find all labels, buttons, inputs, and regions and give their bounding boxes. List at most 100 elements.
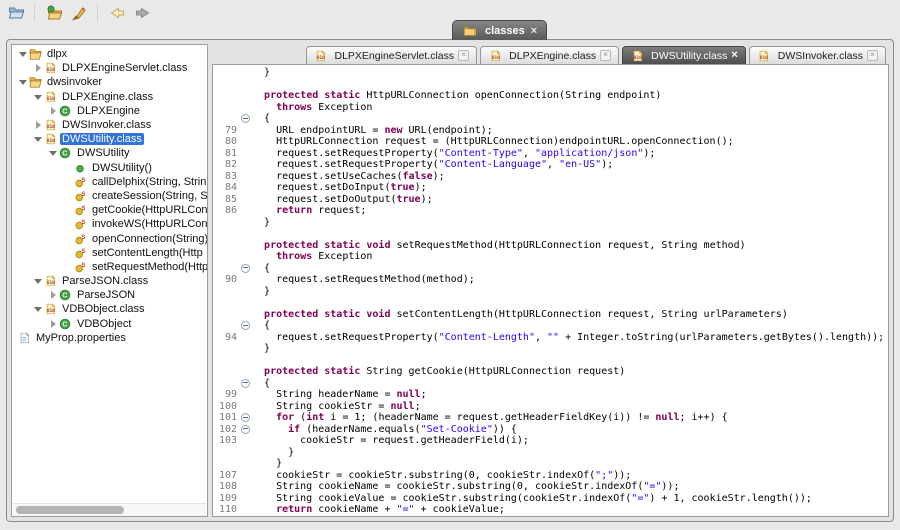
fold-minus-icon[interactable] [241,425,250,434]
code-line[interactable]: } [213,447,888,459]
collapsed-arrow-icon[interactable] [47,320,58,328]
editor-tab-dwsinvoker-class[interactable]: 010DWSInvoker.class× [749,46,886,64]
code-line[interactable]: 79 URL endpointURL = new URL(endpoint); [213,125,888,137]
code-line[interactable]: protected static void setRequestMethod(H… [213,240,888,252]
collapsed-arrow-icon[interactable] [47,291,58,299]
code-line[interactable]: 85 request.setDoOutput(true); [213,194,888,206]
code-line[interactable]: } [213,343,888,355]
fold-minus-icon[interactable] [241,413,250,422]
close-icon[interactable]: × [867,50,878,61]
code-line[interactable]: } [213,67,888,79]
code-line[interactable]: 102 if (headerName.equals("Set-Cookie"))… [213,424,888,436]
code-line[interactable]: 107 cookieStr = cookieStr.substring(0, c… [213,470,888,482]
fold-minus-icon[interactable] [241,264,250,273]
code-line[interactable]: { [213,378,888,390]
code-line[interactable] [213,79,888,91]
tree-item-dlpxengineservlet-class[interactable]: 010DLPXEngineServlet.class [12,61,207,75]
code-line[interactable] [213,228,888,240]
scrollbar-thumb[interactable] [16,506,124,514]
fold-collapse-icon[interactable] [238,412,252,424]
close-icon[interactable]: × [731,51,737,60]
tree-item-dwsutility[interactable]: DWSUtility() [12,161,207,175]
code-line[interactable]: 94 request.setRequestProperty("Content-L… [213,332,888,344]
code-line[interactable]: 109 String cookieValue = cookieStr.subst… [213,493,888,505]
code-line[interactable]: } [213,458,888,470]
code-line[interactable]: { [213,320,888,332]
code-line[interactable]: protected static HttpURLConnection openC… [213,90,888,102]
code-line[interactable]: 108 String cookieName = cookieStr.substr… [213,481,888,493]
tree-item-vdbobject[interactable]: CVDBObject [12,317,207,331]
forward-icon[interactable] [133,4,151,21]
tree-item-parsejson[interactable]: CParseJSON [12,288,207,302]
expanded-arrow-icon[interactable] [32,132,43,146]
fold-collapse-icon[interactable] [238,378,252,390]
code-line[interactable]: 80 HttpURLConnection request = (HttpURLC… [213,136,888,148]
tree-item-invokews-httpurlconn[interactable]: SinvokeWS(HttpURLConn [12,217,207,231]
fold-minus-icon[interactable] [241,379,250,388]
code-line[interactable]: } [213,286,888,298]
tree-item-parsejson-class[interactable]: 010ParseJSON.class [12,274,207,288]
code-line[interactable]: protected static void setContentLength(H… [213,309,888,321]
code-line[interactable]: protected static String getCookie(HttpUR… [213,366,888,378]
code-line[interactable]: throws Exception [213,251,888,263]
code-line[interactable]: { [213,263,888,275]
tree-item-vdbobject-class[interactable]: 010VDBObject.class [12,302,207,316]
main-tab-classes[interactable]: classes × [452,20,547,40]
code-line[interactable]: 100 String cookieStr = null; [213,401,888,413]
tree-horizontal-scrollbar[interactable] [13,503,206,516]
tree-item-getcookie-httpurlcon[interactable]: SgetCookie(HttpURLCon [12,203,207,217]
editor-tab-dlpxengineservlet-class[interactable]: 010DLPXEngineServlet.class× [306,46,478,64]
tree-item-dwsutility[interactable]: CDWSUtility [12,146,207,160]
code-line[interactable]: 84 request.setDoInput(true); [213,182,888,194]
code-line[interactable]: 110 return cookieName + "=" + cookieValu… [213,504,888,516]
collapsed-arrow-icon[interactable] [32,64,43,72]
code-line[interactable]: 86 return request; [213,205,888,217]
tree-item-dlpx[interactable]: dlpx [12,47,207,61]
close-icon[interactable]: × [531,26,537,36]
expanded-arrow-icon[interactable] [17,47,28,61]
editor-tab-dwsutility-class[interactable]: 010DWSUtility.class× [622,46,746,64]
tree-item-setrequestmethod-http[interactable]: SsetRequestMethod(Http [12,260,207,274]
code-line[interactable] [213,297,888,309]
fold-collapse-icon[interactable] [238,113,252,125]
open-file-icon[interactable] [7,4,25,21]
expanded-arrow-icon[interactable] [47,146,58,160]
tree-item-createsession-string-st[interactable]: ScreateSession(String, St [12,189,207,203]
tree-item-dlpxengine[interactable]: CDLPXEngine [12,104,207,118]
code-line[interactable]: throws Exception [213,102,888,114]
expanded-arrow-icon[interactable] [17,75,28,89]
code-line[interactable] [213,355,888,367]
code-line[interactable]: 83 request.setUseCaches(false); [213,171,888,183]
collapsed-arrow-icon[interactable] [47,107,58,115]
fold-minus-icon[interactable] [241,321,250,330]
code-line[interactable]: 103 cookieStr = request.getHeaderField(i… [213,435,888,447]
tree-item-dwsutility-class[interactable]: 010DWSUtility.class [12,132,207,146]
expanded-arrow-icon[interactable] [32,274,43,288]
code-line[interactable]: 99 String headerName = null; [213,389,888,401]
tree-item-dwsinvoker[interactable]: dwsinvoker [12,75,207,89]
tree-item-setcontentlength-http[interactable]: SsetContentLength(Http [12,246,207,260]
fold-collapse-icon[interactable] [238,263,252,275]
search-icon[interactable] [70,4,88,21]
tree-item-dwsinvoker-class[interactable]: 010DWSInvoker.class [12,118,207,132]
collapsed-arrow-icon[interactable] [32,121,43,129]
tree-item-dlpxengine-class[interactable]: 010DLPXEngine.class [12,90,207,104]
editor-tab-dlpxengine-class[interactable]: 010DLPXEngine.class× [480,46,619,64]
fold-minus-icon[interactable] [241,114,250,123]
back-icon[interactable] [108,4,126,21]
tree-item-myprop-properties[interactable]: MyProp.properties [12,331,207,345]
open-type-icon[interactable] [45,4,63,21]
fold-collapse-icon[interactable] [238,424,252,436]
code-line[interactable]: 101 for (int i = 1; (headerName = reques… [213,412,888,424]
fold-collapse-icon[interactable] [238,320,252,332]
close-icon[interactable]: × [458,50,469,61]
tree-item-calldelphix-string-strin[interactable]: ScallDelphix(String, Strin [12,175,207,189]
close-icon[interactable]: × [600,50,611,61]
code-line[interactable]: } [213,217,888,229]
tree-item-openconnection-string[interactable]: SopenConnection(String) [12,231,207,245]
code-area[interactable]: } protected static HttpURLConnection ope… [212,64,889,517]
expanded-arrow-icon[interactable] [32,302,43,316]
expanded-arrow-icon[interactable] [32,90,43,104]
code-line[interactable]: { [213,113,888,125]
code-line[interactable]: 90 request.setRequestMethod(method); [213,274,888,286]
